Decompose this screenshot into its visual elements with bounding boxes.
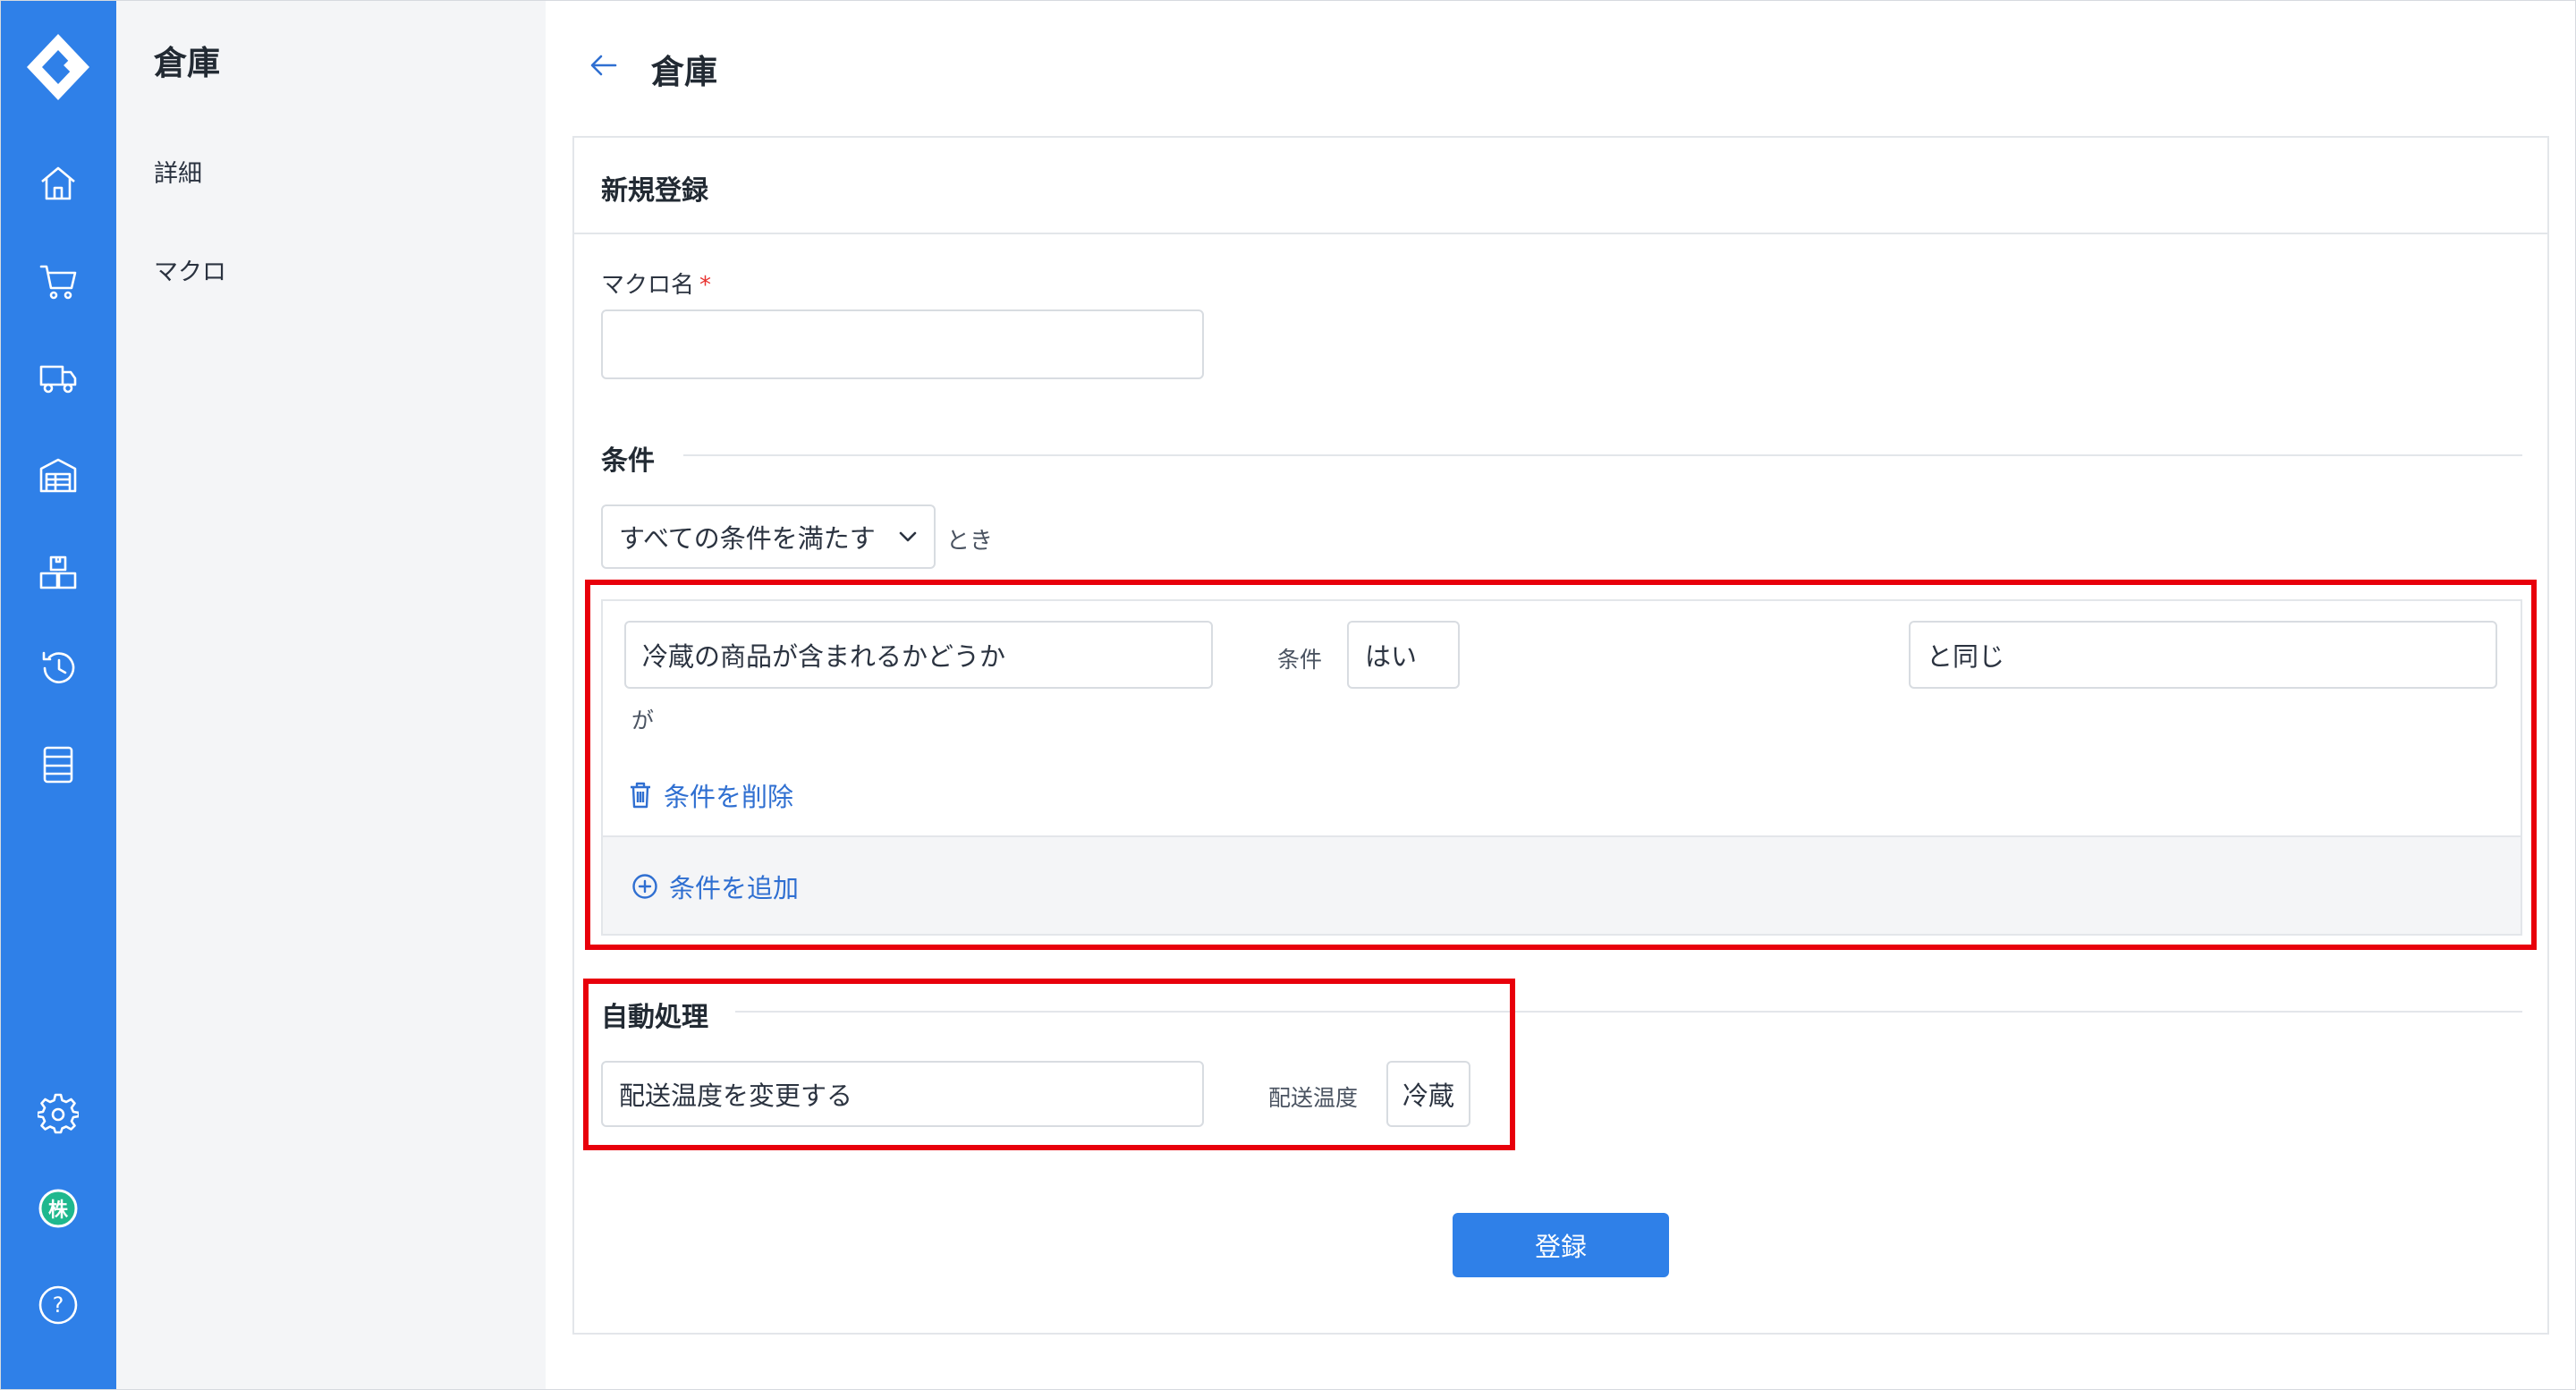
company-badge-text: 株 [47, 1199, 68, 1222]
condition-operator-label: 条件 [1277, 647, 1323, 673]
add-condition-label: 条件を追加 [669, 873, 800, 903]
cart-icon[interactable] [38, 261, 79, 302]
delete-condition-button[interactable]: 条件を削除 [628, 776, 793, 814]
actions-section-title: 自動処理 [601, 1002, 708, 1033]
condition-value-select[interactable]: はい [1347, 621, 1460, 689]
truck-icon[interactable] [38, 358, 79, 399]
delete-condition-label: 条件を削除 [664, 782, 794, 812]
condition-comparison-select[interactable]: と同じ [1909, 621, 2497, 689]
card-title: 新規登録 [601, 175, 708, 207]
help-glyph: ? [52, 1293, 64, 1318]
company-icon[interactable]: 株 [38, 1188, 79, 1229]
match-suffix: とき [946, 528, 994, 555]
match-type-select[interactable]: すべての条件を満たす [601, 504, 936, 569]
history-icon[interactable] [38, 648, 79, 689]
actions-divider [735, 1011, 2522, 1013]
card-header: 新規登録 [574, 138, 2547, 234]
back-arrow-icon[interactable] [589, 50, 619, 81]
required-mark: * [699, 272, 712, 299]
add-condition-button[interactable]: 条件を追加 [631, 868, 799, 905]
macro-name-label: マクロ名 * [601, 267, 711, 300]
chevron-down-icon [899, 531, 917, 542]
sidebar-title: 倉庫 [154, 44, 220, 82]
macro-name-label-text: マクロ名 [601, 272, 695, 299]
help-icon[interactable]: ? [38, 1284, 79, 1326]
trash-icon [631, 782, 650, 809]
secondary-sidebar: 倉庫 詳細 マクロ [116, 0, 546, 1390]
gear-icon[interactable] [38, 1093, 79, 1134]
match-type-value: すべての条件を満たす [619, 523, 876, 554]
action-param-label: 配送温度 [1268, 1085, 1359, 1111]
submit-button[interactable]: 登録 [1453, 1213, 1669, 1277]
icon-rail: 株 ? [0, 0, 116, 1390]
macro-name-input[interactable] [601, 309, 1204, 379]
action-select[interactable]: 配送温度を変更する [601, 1061, 1204, 1127]
page-title: 倉庫 [651, 53, 717, 91]
conditions-section-title: 条件 [601, 445, 655, 477]
action-param-select[interactable]: 冷蔵 [1386, 1061, 1470, 1127]
add-condition-area [601, 835, 2522, 936]
sidebar-item-macro[interactable]: マクロ [154, 252, 226, 287]
sidebar-item-details[interactable]: 詳細 [154, 154, 202, 189]
warehouse-icon[interactable] [38, 454, 79, 496]
logo-icon[interactable] [25, 32, 91, 102]
list-icon[interactable] [38, 744, 79, 785]
condition-field-select[interactable]: 冷蔵の商品が含まれるかどうか [624, 621, 1213, 689]
plus-circle-icon [632, 874, 657, 899]
conditions-divider [683, 454, 2522, 456]
home-icon[interactable] [38, 163, 79, 204]
boxes-icon[interactable] [38, 553, 79, 594]
condition-field-suffix: が [631, 708, 655, 733]
